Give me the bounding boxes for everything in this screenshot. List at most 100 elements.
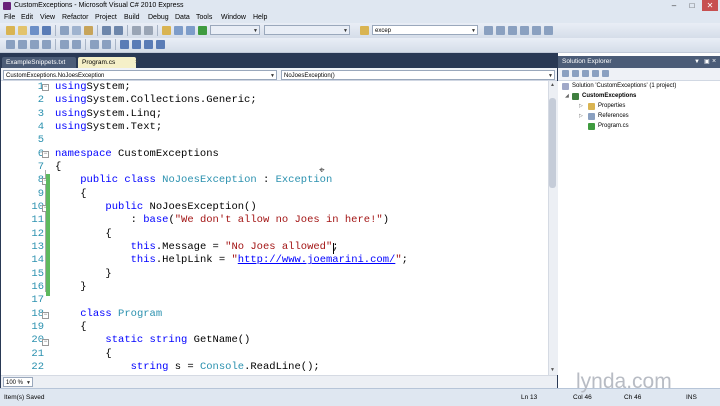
menu-tools[interactable]: Tools xyxy=(196,13,212,22)
decrease-indent-icon[interactable] xyxy=(60,40,69,49)
properties-node[interactable]: Properties xyxy=(598,102,625,110)
line-number: 6 xyxy=(37,147,44,160)
menu-file[interactable]: File xyxy=(4,13,15,22)
cut-icon[interactable] xyxy=(60,26,69,35)
object-browser-icon[interactable] xyxy=(520,26,529,35)
word-completion-icon[interactable] xyxy=(42,40,51,49)
close-button[interactable]: ✕ xyxy=(702,0,718,11)
build-icon[interactable] xyxy=(186,26,195,35)
copy-icon[interactable] xyxy=(72,26,81,35)
code-text: System.Linq; xyxy=(86,107,163,120)
line-text: usingSystem.Linq; xyxy=(55,108,162,121)
increase-indent-icon[interactable] xyxy=(72,40,81,49)
menu-project[interactable]: Project xyxy=(95,13,117,22)
bookmark-icon[interactable] xyxy=(120,40,129,49)
tab-example-snippets[interactable]: ExampleSnippets.txt xyxy=(2,57,76,68)
navigate-forward-icon[interactable] xyxy=(144,26,153,35)
close-tab-icon[interactable]: × xyxy=(135,57,139,68)
platform-combo[interactable]: ▼ xyxy=(264,25,350,35)
tab-program-cs[interactable]: Program.cs xyxy=(78,57,136,68)
member-list-icon[interactable] xyxy=(6,40,15,49)
solution-node[interactable]: Solution 'CustomExceptions' (1 project) xyxy=(572,82,676,90)
view-code-icon[interactable] xyxy=(592,70,599,77)
clear-bookmarks-icon[interactable] xyxy=(156,40,165,49)
solution-config-combo[interactable]: ▼ xyxy=(210,25,260,35)
scroll-up-icon[interactable]: ▲ xyxy=(548,82,557,88)
code-editor[interactable]: 1 usingSystem; 2 usingSystem.Collections.Ge… xyxy=(1,81,547,375)
undo-icon[interactable] xyxy=(102,26,111,35)
project-node[interactable]: CustomExceptions xyxy=(582,92,636,100)
properties-window-icon[interactable] xyxy=(508,26,517,35)
comment-out-icon[interactable] xyxy=(90,40,99,49)
parameter-info-icon[interactable] xyxy=(18,40,27,49)
properties-icon[interactable] xyxy=(562,70,569,77)
collapse-usings-icon[interactable]: − xyxy=(42,84,49,91)
line-text: { xyxy=(55,347,112,361)
expand-references-icon[interactable]: ▷ xyxy=(579,112,583,120)
code-link[interactable]: http://www.joemarini.com/ xyxy=(238,254,396,266)
find-icon[interactable] xyxy=(484,26,493,35)
save-all-icon[interactable] xyxy=(42,26,51,35)
collapse-namespace-icon[interactable]: − xyxy=(42,151,49,158)
navigate-back-icon[interactable] xyxy=(132,26,141,35)
type-combo-value: CustomExceptions.NoJoesException xyxy=(6,73,105,79)
collapse-class-program-icon[interactable]: − xyxy=(42,312,49,319)
toolbox-icon[interactable] xyxy=(532,26,541,35)
menu-build[interactable]: Build xyxy=(124,13,140,22)
uncomment-icon[interactable] xyxy=(102,40,111,49)
code-line: 12 { xyxy=(1,228,547,241)
code-line: 16 } xyxy=(1,281,547,294)
next-bookmark-icon[interactable] xyxy=(144,40,153,49)
collapse-project-icon[interactable]: ◢ xyxy=(565,92,569,100)
save-icon[interactable] xyxy=(30,26,39,35)
text-editor-toolbar xyxy=(0,38,720,53)
find-combo[interactable]: excep ▼ xyxy=(372,25,478,35)
collapse-method-icon[interactable]: − xyxy=(42,339,49,346)
menu-edit[interactable]: Edit xyxy=(21,13,33,22)
menu-debug[interactable]: Debug xyxy=(148,13,169,22)
maximize-button[interactable]: □ xyxy=(684,0,700,11)
redo-icon[interactable] xyxy=(114,26,123,35)
start-debugging-icon[interactable] xyxy=(198,26,207,35)
refresh-icon[interactable] xyxy=(582,70,589,77)
menu-refactor[interactable]: Refactor xyxy=(62,13,88,22)
class-view-icon[interactable] xyxy=(174,26,183,35)
line-text: usingSystem; xyxy=(55,81,131,94)
code-keyword: string xyxy=(130,360,169,373)
type-combo[interactable]: CustomExceptions.NoJoesException ▼ xyxy=(3,70,277,80)
window-title: CustomExceptions - Microsoft Visual C# 2… xyxy=(14,2,184,9)
program-cs-node[interactable]: Program.cs xyxy=(598,122,629,130)
scroll-down-icon[interactable]: ▼ xyxy=(548,367,557,373)
zoom-combo[interactable]: 100 % ▼ xyxy=(3,377,33,387)
toolbar-separator xyxy=(55,25,56,36)
pin-icon[interactable]: ▼ xyxy=(694,56,700,68)
minimize-button[interactable]: – xyxy=(666,0,682,11)
line-number: 2 xyxy=(37,94,44,107)
open-file-icon[interactable] xyxy=(18,26,27,35)
references-node[interactable]: References xyxy=(598,112,629,120)
new-project-icon[interactable] xyxy=(6,26,15,35)
new-item-icon[interactable] xyxy=(162,26,171,35)
start-page-icon[interactable] xyxy=(544,26,553,35)
expand-properties-icon[interactable]: ▷ xyxy=(579,102,583,110)
solution-explorer-icon[interactable] xyxy=(496,26,505,35)
view-designer-icon[interactable] xyxy=(602,70,609,77)
menu-help[interactable]: Help xyxy=(253,13,267,22)
line-number: 8 xyxy=(37,174,44,187)
show-all-files-icon[interactable] xyxy=(572,70,579,77)
find-in-files-icon[interactable] xyxy=(360,26,369,35)
code-text: { xyxy=(55,347,112,360)
quick-info-icon[interactable] xyxy=(30,40,39,49)
line-number: 21 xyxy=(31,347,44,360)
menu-data[interactable]: Data xyxy=(175,13,190,22)
member-combo[interactable]: NoJoesException() ▼ xyxy=(281,70,555,80)
vertical-scroll-thumb[interactable] xyxy=(549,98,556,188)
previous-bookmark-icon[interactable] xyxy=(132,40,141,49)
menu-view[interactable]: View xyxy=(40,13,55,22)
paste-icon[interactable] xyxy=(84,26,93,35)
close-panel-icon[interactable]: × xyxy=(712,56,716,68)
auto-hide-icon[interactable]: ▣ xyxy=(704,56,710,68)
menu-window[interactable]: Window xyxy=(221,13,246,22)
horizontal-scrollbar[interactable] xyxy=(1,375,557,389)
